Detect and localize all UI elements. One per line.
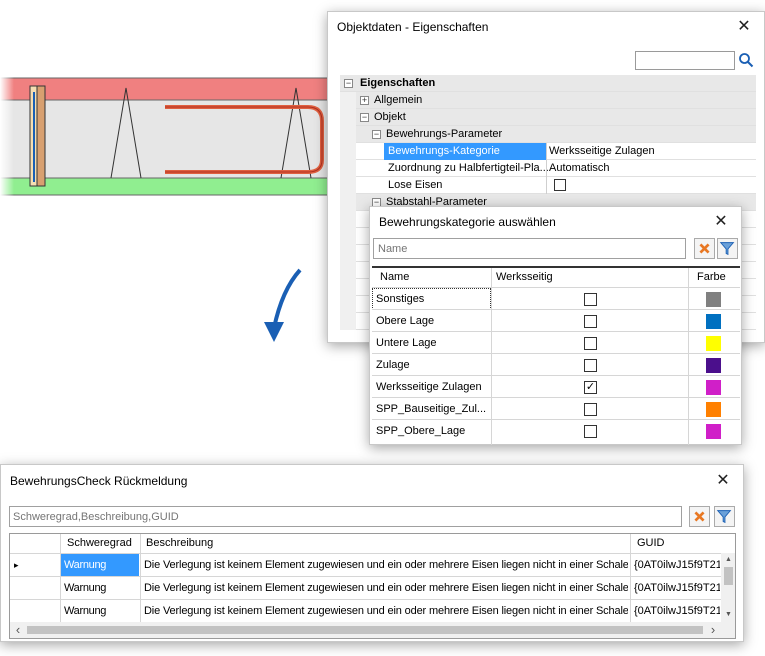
group-label: Allgemein	[374, 94, 423, 106]
kategorie-name: Zulage	[376, 359, 410, 371]
column-header-schweregrad[interactable]: Schweregrad	[67, 534, 132, 553]
name-filter-input[interactable]	[373, 238, 686, 259]
slab-core	[0, 100, 330, 178]
expand-icon[interactable]: +	[360, 96, 369, 105]
kategorie-name: Werksseitige Zulagen	[376, 381, 482, 393]
search-icon[interactable]	[738, 52, 754, 68]
kategorie-name: Untere Lage	[376, 337, 437, 349]
beschreibung-cell[interactable]: Die Verlegung ist keinem Element zugewie…	[144, 577, 628, 599]
beschreibung-cell[interactable]: Die Verlegung ist keinem Element zugewie…	[144, 554, 628, 576]
horizontal-scrollbar[interactable]: ‹ ›	[10, 622, 721, 638]
property-label: Lose Eisen	[388, 179, 443, 191]
kategorie-row[interactable]: SPP_Bauseitige_Zul...	[372, 397, 740, 419]
collapse-icon[interactable]: −	[372, 130, 381, 139]
scroll-up-icon[interactable]: ▲	[721, 553, 735, 567]
kategorie-table: Name Werksseitig Farbe Sonstiges Obere La…	[372, 266, 740, 445]
curved-arrow-icon	[264, 268, 302, 342]
report-row[interactable]: Warnung Die Verlegung ist keinem Element …	[10, 576, 721, 599]
lose-eisen-checkbox[interactable]	[554, 179, 566, 191]
werksseitig-checkbox[interactable]	[584, 293, 597, 306]
kategorie-name: SPP_Bauseitige_Zul...	[376, 403, 487, 415]
kategorie-row[interactable]: Sonstiges	[372, 287, 740, 310]
schweregrad-cell[interactable]: Warnung	[64, 577, 138, 599]
report-filter-input[interactable]	[9, 506, 682, 527]
kategorie-row[interactable]: Werksseitige Zulagen ✓	[372, 375, 740, 397]
group-label: Bewehrungs-Parameter	[386, 128, 503, 140]
kategorie-row[interactable]: Untere Lage	[372, 331, 740, 353]
color-swatch[interactable]	[706, 292, 721, 307]
vertical-scrollbar[interactable]: ▲ ▼	[721, 553, 735, 622]
kategorie-name: SPP_Obere_Lage	[376, 425, 466, 437]
scroll-thumb[interactable]	[724, 567, 733, 585]
column-header-name[interactable]: Name	[380, 268, 409, 287]
color-swatch[interactable]	[706, 424, 721, 439]
beschreibung-cell[interactable]: Die Verlegung ist keinem Element zugewie…	[144, 600, 628, 622]
property-label: Zuordnung zu Halbfertigteil-Pla...	[388, 162, 549, 174]
guid-cell[interactable]: {0AT0ilwJ15f9T21	[634, 600, 720, 622]
search-input[interactable]	[635, 51, 735, 70]
column-header-guid[interactable]: GUID	[637, 534, 665, 553]
guid-cell[interactable]: {0AT0ilwJ15f9T21	[634, 577, 720, 599]
filter-icon[interactable]	[717, 238, 738, 259]
kategorie-name: Obere Lage	[376, 315, 435, 327]
kategorie-row[interactable]: SPP_Obere_Lage	[372, 419, 740, 441]
kategorie-row[interactable]: Obere Lage	[372, 309, 740, 331]
color-swatch[interactable]	[706, 402, 721, 417]
werksseitig-checkbox[interactable]	[584, 403, 597, 416]
clear-filter-icon[interactable]	[689, 506, 710, 527]
column-header-farbe[interactable]: Farbe	[697, 268, 726, 287]
kategorie-dialog: Bewehrungskategorie auswählen ✕ Name Wer…	[369, 206, 742, 445]
close-icon[interactable]: ✕	[724, 12, 764, 42]
property-value[interactable]: Werksseitige Zulagen	[549, 143, 655, 160]
close-icon[interactable]: ✕	[703, 465, 743, 495]
werksseitig-checkbox[interactable]: ✓	[584, 381, 597, 394]
current-row-icon: ▸	[14, 560, 19, 570]
category-label: Eigenschaften	[360, 77, 436, 89]
slab-bottom-layer	[0, 178, 330, 195]
color-swatch[interactable]	[706, 314, 721, 329]
column-header-werksseitig[interactable]: Werksseitig	[496, 268, 553, 287]
color-swatch[interactable]	[706, 358, 721, 373]
scroll-left-icon[interactable]: ‹	[10, 622, 26, 638]
werksseitig-checkbox[interactable]	[584, 315, 597, 328]
category-eigenschaften[interactable]: − Eigenschaften	[340, 75, 756, 92]
scroll-thumb[interactable]	[27, 626, 703, 634]
property-lose-eisen[interactable]: Lose Eisen	[340, 177, 756, 194]
color-swatch[interactable]	[706, 336, 721, 351]
window-title: BewehrungsCheck Rückmeldung	[1, 465, 743, 495]
kategorie-row[interactable]: Zulage	[372, 353, 740, 375]
werksseitig-checkbox[interactable]	[584, 359, 597, 372]
werksseitig-checkbox[interactable]	[584, 337, 597, 350]
schweregrad-cell[interactable]: Warnung	[64, 554, 138, 576]
scroll-right-icon[interactable]: ›	[705, 622, 721, 638]
property-zuordnung[interactable]: Zuordnung zu Halbfertigteil-Pla... Autom…	[340, 160, 756, 177]
report-row[interactable]: ▸ Warnung Die Verlegung ist keinem Element…	[10, 553, 721, 576]
color-swatch[interactable]	[706, 380, 721, 395]
report-row[interactable]: Warnung Die Verlegung ist keinem Element …	[10, 599, 721, 622]
window-title: Objektdaten - Eigenschaften	[328, 12, 764, 42]
property-value[interactable]: Automatisch	[549, 160, 610, 177]
close-icon[interactable]: ✕	[701, 207, 741, 237]
filter-icon[interactable]	[714, 506, 735, 527]
property-bewehrungs-kategorie[interactable]: Bewehrungs-Kategorie Werksseitige Zulage…	[340, 143, 756, 160]
collapse-icon[interactable]: −	[344, 79, 353, 88]
scroll-down-icon[interactable]: ▼	[721, 608, 735, 622]
werksseitig-checkbox[interactable]	[584, 425, 597, 438]
group-allgemein[interactable]: + Allgemein	[340, 92, 756, 109]
clear-filter-icon[interactable]	[694, 238, 715, 259]
column-header-beschreibung[interactable]: Beschreibung	[146, 534, 213, 553]
group-bewehrungs-parameter[interactable]: − Bewehrungs-Parameter	[340, 126, 756, 143]
kategorie-name: Sonstiges	[376, 293, 425, 305]
group-label: Objekt	[374, 111, 406, 123]
group-objekt[interactable]: − Objekt	[340, 109, 756, 126]
slab-top-layer	[0, 78, 330, 100]
dialog-title: Bewehrungskategorie auswählen	[370, 207, 741, 237]
report-table: Schweregrad Beschreibung GUID ▸ Warnung Di…	[9, 533, 736, 639]
schweregrad-cell[interactable]: Warnung	[64, 600, 138, 622]
rebar-drawing	[0, 75, 330, 200]
guid-cell[interactable]: {0AT0ilwJ15f9T21	[634, 554, 720, 576]
property-label: Bewehrungs-Kategorie	[388, 145, 500, 157]
collapse-icon[interactable]: −	[360, 113, 369, 122]
rueckmeldung-window: BewehrungsCheck Rückmeldung ✕ Schweregra…	[0, 464, 744, 642]
